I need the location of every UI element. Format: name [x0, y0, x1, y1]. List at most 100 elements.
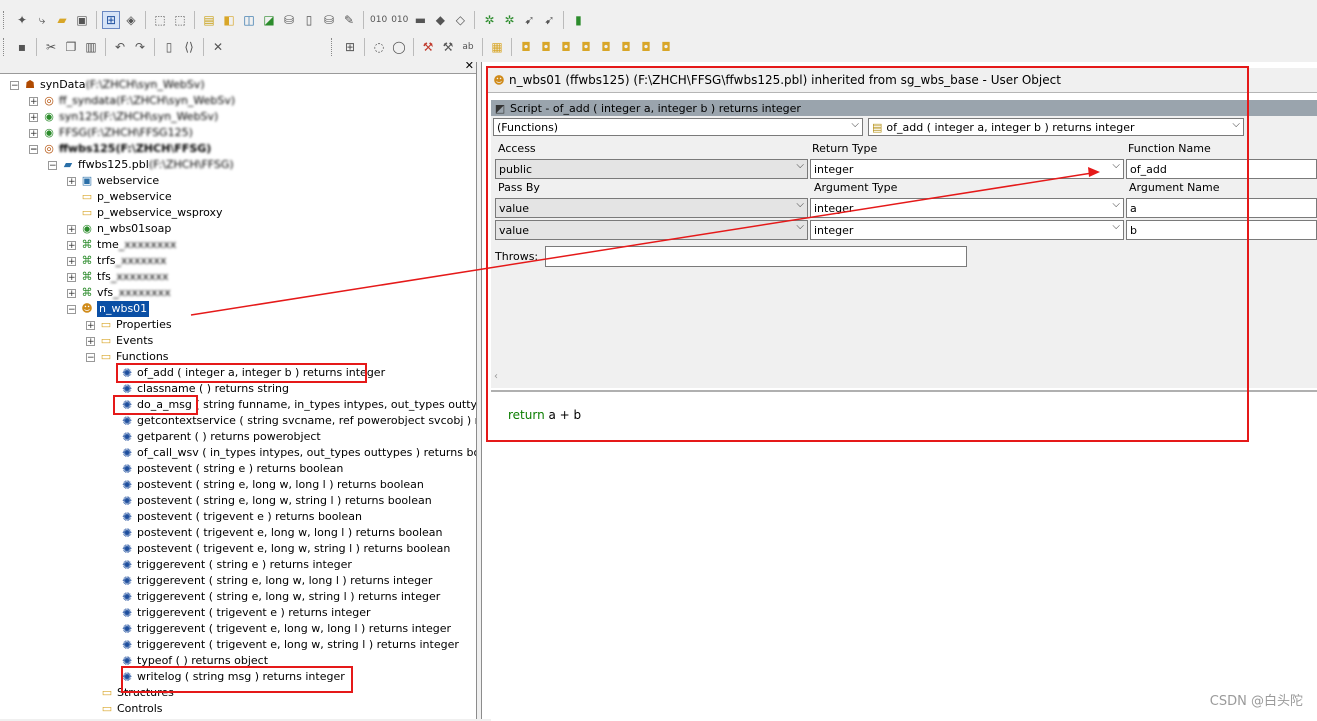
- tree-item-object[interactable]: + ⌘ tme _xxxxxxxx: [67, 237, 176, 253]
- collapse-icon[interactable]: −: [29, 144, 38, 154]
- tree-function-item[interactable]: ✺ triggerevent ( string e, long w, long l…: [120, 573, 432, 589]
- expand-icon[interactable]: +: [29, 112, 38, 122]
- project-icon[interactable]: ◫: [240, 11, 258, 29]
- tree-function-item[interactable]: ✺ postevent ( trigevent e ) returns boole…: [120, 509, 362, 525]
- package-icon[interactable]: ◇: [451, 11, 469, 29]
- tree-item-n-wbs01[interactable]: − ☻ n_wbs01: [67, 301, 150, 317]
- expand-icon[interactable]: +: [67, 224, 76, 234]
- debug-icon[interactable]: ✲: [500, 11, 518, 29]
- database-icon[interactable]: ⛁: [280, 11, 298, 29]
- expand-icon[interactable]: +: [29, 96, 38, 106]
- tree-item-target[interactable]: − ◎ ffwbs125 (F:\ZHCH\FFSG): [29, 141, 211, 157]
- select-icon[interactable]: ⊞: [102, 11, 120, 29]
- tree-function-item[interactable]: ✺ triggerevent ( string e, long w, string…: [120, 589, 440, 605]
- toolbar-grip[interactable]: [3, 11, 8, 29]
- tree-function-item[interactable]: ✺ postevent ( trigevent e, long w, string…: [120, 541, 450, 557]
- tree-function-item[interactable]: ✺ triggerevent ( trigevent e, long w, str…: [120, 637, 459, 653]
- layer5-icon[interactable]: ◘: [597, 38, 615, 56]
- toolbar-grip[interactable]: [331, 38, 336, 56]
- expand-icon[interactable]: +: [86, 320, 95, 330]
- copy-icon[interactable]: ❐: [62, 38, 80, 56]
- database-profile-icon[interactable]: ▯: [300, 11, 318, 29]
- expand-icon[interactable]: +: [67, 176, 76, 186]
- expand-icon[interactable]: +: [67, 272, 76, 282]
- tree-item-events[interactable]: + ▭ Events: [86, 333, 153, 349]
- library-painter-icon[interactable]: ▣: [73, 11, 91, 29]
- deploy-icon[interactable]: ⬚: [171, 11, 189, 29]
- bug-icon[interactable]: ✲: [480, 11, 498, 29]
- build-icon[interactable]: ⬚: [151, 11, 169, 29]
- collapse-icon[interactable]: −: [86, 352, 95, 362]
- bubble-icon[interactable]: ◯: [390, 38, 408, 56]
- replace-icon[interactable]: ab: [459, 38, 477, 56]
- cube-icon[interactable]: ◆: [431, 11, 449, 29]
- binary-01-icon[interactable]: 010: [390, 11, 409, 29]
- expand-icon[interactable]: +: [67, 256, 76, 266]
- tree-function-item[interactable]: ✺ triggerevent ( string e ) returns integ…: [120, 557, 352, 573]
- grid-icon[interactable]: ⊞: [341, 38, 359, 56]
- undo-icon[interactable]: ↶: [111, 38, 129, 56]
- tree-item-target[interactable]: + ◎ ff_syndata (F:\ZHCH\syn_WebSv): [29, 93, 235, 109]
- tree-item-target[interactable]: + ◉ FFSG (F:\ZHCH\FFSG125): [29, 125, 193, 141]
- layer2-icon[interactable]: ◘: [537, 38, 555, 56]
- query-icon[interactable]: ◪: [260, 11, 278, 29]
- tree-item-object[interactable]: + ▣ webservice: [67, 173, 159, 189]
- edit-icon[interactable]: ✎: [340, 11, 358, 29]
- grid2-icon[interactable]: ▦: [488, 38, 506, 56]
- layer1-icon[interactable]: ◘: [517, 38, 535, 56]
- exit-icon[interactable]: ▮: [569, 11, 587, 29]
- collapse-icon[interactable]: −: [67, 304, 76, 314]
- tree-function-item[interactable]: ✺ triggerevent ( trigevent e ) returns in…: [120, 605, 371, 621]
- layer8-icon[interactable]: ◘: [657, 38, 675, 56]
- close-icon[interactable]: ✕: [209, 38, 227, 56]
- save-icon[interactable]: ▪: [13, 38, 31, 56]
- tree-function-item[interactable]: ✺ triggerevent ( trigevent e, long w, lon…: [120, 621, 451, 637]
- tree-item-object[interactable]: + ◉ n_wbs01soap: [67, 221, 171, 237]
- tree-item-properties[interactable]: + ▭ Properties: [86, 317, 172, 333]
- layer3-icon[interactable]: ◘: [557, 38, 575, 56]
- library-list-icon[interactable]: ◈: [122, 11, 140, 29]
- script-icon[interactable]: ▤: [200, 11, 218, 29]
- layer6-icon[interactable]: ◘: [617, 38, 635, 56]
- open-icon[interactable]: ▰: [53, 11, 71, 29]
- run-icon[interactable]: ➹: [520, 11, 538, 29]
- tree-item-object[interactable]: ▭ p_webservice_wsproxy: [80, 205, 223, 221]
- tree-function-item[interactable]: ✺ postevent ( trigevent e, long w, long l…: [120, 525, 443, 541]
- collapse-icon[interactable]: −: [10, 80, 19, 90]
- object-icon[interactable]: ◧: [220, 11, 238, 29]
- database-icon[interactable]: ⛁: [320, 11, 338, 29]
- tool-icon[interactable]: ⚒: [439, 38, 457, 56]
- indent-icon[interactable]: ⟨⟩: [180, 38, 198, 56]
- layer4-icon[interactable]: ◘: [577, 38, 595, 56]
- tree-function-item[interactable]: ✺ postevent ( string e, long w, long l ) …: [120, 477, 424, 493]
- vehicle-icon[interactable]: ▬: [411, 11, 429, 29]
- tree-item-workspace[interactable]: − ☗ synData (F:\ZHCH\syn_WebSv): [10, 77, 205, 93]
- paste-icon[interactable]: ▥: [82, 38, 100, 56]
- expand-icon[interactable]: +: [86, 336, 95, 346]
- layer7-icon[interactable]: ◘: [637, 38, 655, 56]
- redo-icon[interactable]: ↷: [131, 38, 149, 56]
- tree-function-item[interactable]: ✺ getparent ( ) returns powerobject: [120, 429, 321, 445]
- wand-icon[interactable]: ⚒: [419, 38, 437, 56]
- tree-function-item[interactable]: ✺ getcontextservice ( string svcname, ref…: [120, 413, 476, 429]
- comment-icon[interactable]: ▯: [160, 38, 178, 56]
- tree-item-target[interactable]: + ◉ syn125 (F:\ZHCH\syn_WebSv): [29, 109, 218, 125]
- stop-icon[interactable]: ➹: [540, 11, 558, 29]
- speech-icon[interactable]: ◌: [370, 38, 388, 56]
- tree-item-object[interactable]: + ⌘ vfs _xxxxxxxx: [67, 285, 171, 301]
- new-icon[interactable]: ✦: [13, 11, 31, 29]
- tree-function-item[interactable]: ✺ postevent ( string e ) returns boolean: [120, 461, 343, 477]
- expand-icon[interactable]: +: [67, 288, 76, 298]
- toolbar-grip[interactable]: [3, 38, 8, 56]
- cut-icon[interactable]: ✂: [42, 38, 60, 56]
- tree-item-controls[interactable]: ▭ Controls: [100, 701, 163, 717]
- tree-function-item[interactable]: ✺ postevent ( string e, long w, string l …: [120, 493, 432, 509]
- binary-010-icon[interactable]: 010: [369, 11, 388, 29]
- tree-item-object[interactable]: ▭ p_webservice: [80, 189, 172, 205]
- expand-icon[interactable]: +: [29, 128, 38, 138]
- tree-item-object[interactable]: + ⌘ trfs _xxxxxxx: [67, 253, 167, 269]
- expand-icon[interactable]: +: [67, 240, 76, 250]
- collapse-icon[interactable]: −: [48, 160, 57, 170]
- tree-function-item[interactable]: ✺ of_call_wsv ( in_types intypes, out_typ…: [120, 445, 476, 461]
- close-icon[interactable]: ✕: [465, 62, 474, 72]
